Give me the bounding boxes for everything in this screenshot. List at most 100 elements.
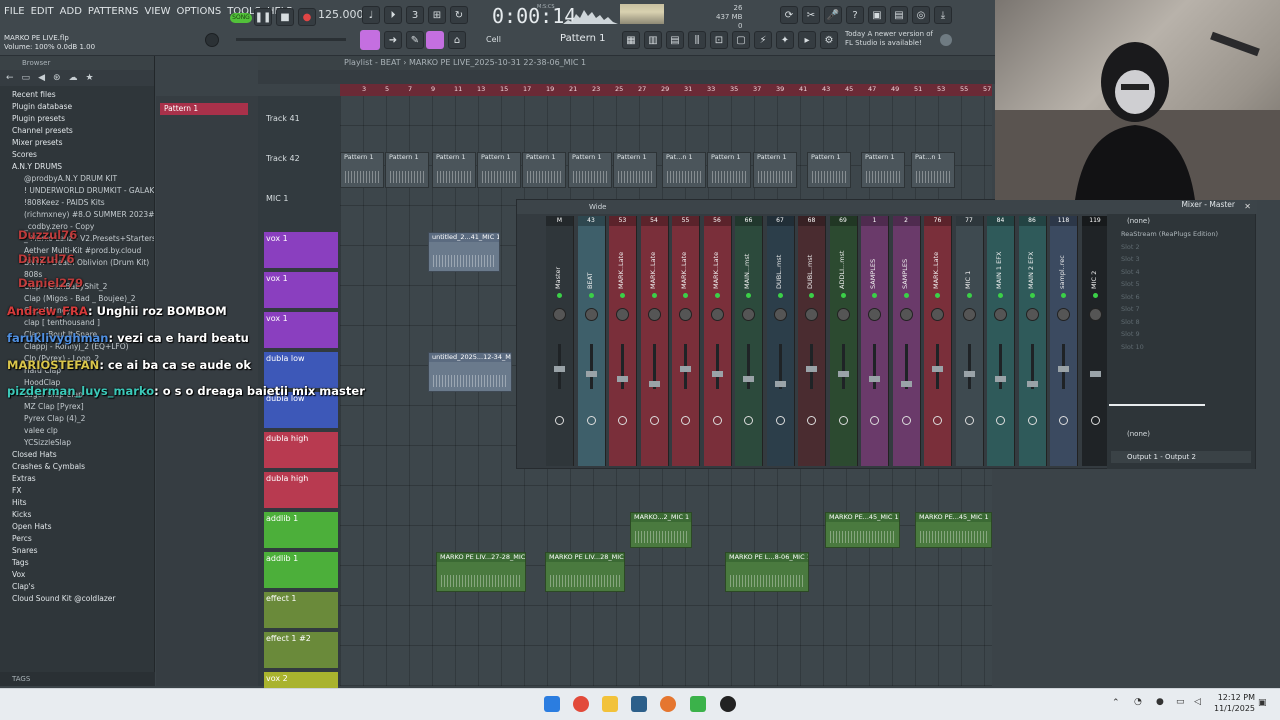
route-icon[interactable] <box>744 416 753 425</box>
route-icon[interactable] <box>901 416 911 425</box>
volume-fader[interactable] <box>1093 344 1097 389</box>
fader-cap[interactable] <box>900 381 912 387</box>
countdown-icon[interactable]: 3 <box>406 6 424 24</box>
strip-enable-led[interactable] <box>714 293 720 298</box>
effect-slot[interactable]: Slot 10 <box>1107 341 1255 354</box>
arrow-right-icon[interactable]: ➜ <box>384 31 402 49</box>
route-icon[interactable] <box>807 416 816 425</box>
pan-knob[interactable] <box>773 308 787 321</box>
piano-roll-icon[interactable] <box>360 30 380 50</box>
pan-knob[interactable] <box>994 308 1007 321</box>
fader-cap[interactable] <box>774 381 786 387</box>
track-header[interactable]: dubla high <box>264 432 338 468</box>
pan-knob[interactable] <box>553 308 566 321</box>
song-mode-toggle[interactable]: SONG <box>230 13 252 23</box>
fl-studio-icon[interactable] <box>660 696 676 712</box>
obs-icon[interactable] <box>720 696 736 712</box>
volume-fader[interactable] <box>747 344 750 389</box>
route-icon[interactable] <box>964 416 974 425</box>
pan-knob[interactable] <box>962 308 976 321</box>
fader-cap[interactable] <box>617 376 628 382</box>
pencil-icon[interactable]: ✎ <box>406 31 424 49</box>
mixer-strip[interactable]: 1 SAMPLES <box>861 216 889 466</box>
loop-record-icon[interactable]: ↻ <box>450 6 468 24</box>
route-icon[interactable] <box>838 416 848 425</box>
playlist-clip[interactable]: MARKO PE LIV...27-28_MIC 1 <box>436 552 526 592</box>
browser-item[interactable]: !808Keez - PAIDS Kits <box>10 197 154 209</box>
pan-knob[interactable] <box>742 308 755 321</box>
mixer-strip[interactable]: 77 MIC 1 <box>955 216 984 466</box>
track-header[interactable]: Track 42 <box>264 152 338 188</box>
playlist-clip[interactable]: MARKO PE...45_MIC 1 <box>915 512 992 548</box>
utorrent-icon[interactable] <box>690 696 706 712</box>
browser-back-icon[interactable]: ← <box>6 73 14 83</box>
piano-icon[interactable]: ▥ <box>644 31 662 49</box>
fader-cap[interactable] <box>1089 371 1101 377</box>
mixer-strip[interactable]: 118 sampl..rec <box>1050 216 1078 466</box>
wait-input-icon[interactable]: ⏵ <box>384 6 402 24</box>
route-icon[interactable] <box>1090 416 1100 425</box>
snap-selector[interactable]: Cell <box>486 35 501 44</box>
effect-slot[interactable]: Slot 9 <box>1107 328 1255 341</box>
mixer-strip[interactable]: 76 MARK..Late <box>924 216 952 466</box>
strip-enable-led[interactable] <box>1061 293 1066 298</box>
pan-knob[interactable] <box>616 308 629 321</box>
track-header[interactable]: Track 41 <box>264 112 338 148</box>
pan-knob[interactable] <box>710 308 724 321</box>
fader-cap[interactable] <box>963 371 975 377</box>
menu-add[interactable]: ADD <box>60 6 82 17</box>
playlist-clip[interactable]: Pattern 1 <box>807 152 851 188</box>
browser-item[interactable]: Open Hats <box>10 521 154 533</box>
effect-slot[interactable]: Slot 4 <box>1107 266 1255 279</box>
playlist-icon[interactable]: ▦ <box>622 31 640 49</box>
route-icon[interactable] <box>649 416 659 425</box>
effect-slot[interactable]: Slot 2 <box>1107 241 1255 254</box>
browser-icon[interactable]: ▢ <box>732 31 750 49</box>
save-icon[interactable]: ▣ <box>868 6 886 24</box>
plugin-icon[interactable]: ⊡ <box>710 31 728 49</box>
render-icon[interactable]: ▤ <box>890 6 908 24</box>
brush-icon[interactable] <box>426 31 444 49</box>
master-pitch-slider[interactable] <box>236 38 346 41</box>
browser-item[interactable]: Crashes & Cymbals <box>10 461 154 473</box>
browser-item[interactable]: Cloud Sound Kit @coldlazer <box>10 593 154 605</box>
strip-enable-led[interactable] <box>651 293 657 298</box>
mixer-icon[interactable]: ⫼ <box>688 31 706 49</box>
menu-edit[interactable]: EDIT <box>31 6 54 17</box>
network-icon[interactable]: ▭ <box>1176 697 1185 707</box>
mixer-header[interactable]: Wide <box>517 200 1257 214</box>
playlist-clip[interactable]: Pattern 1 <box>522 152 566 188</box>
fader-cap[interactable] <box>1058 366 1069 372</box>
chat-icon[interactable]: ◎ <box>912 6 930 24</box>
start-icon[interactable] <box>544 696 560 712</box>
volume-fader[interactable] <box>621 344 624 389</box>
pattern-selector[interactable]: Pattern 1 <box>560 33 606 44</box>
browser-item[interactable]: Mixer presets <box>10 137 154 149</box>
playlist-clip[interactable]: Pattern 1 <box>568 152 612 188</box>
mixer-strip[interactable]: 43 BEAT <box>577 216 606 466</box>
strip-enable-led[interactable] <box>620 293 625 298</box>
output-preset[interactable]: (none) <box>1127 430 1150 438</box>
playlist-clip[interactable]: untitled_2025...12-34_MIC 1 <box>428 352 512 392</box>
mixer-strip[interactable]: 53 MARK..Late <box>609 216 637 466</box>
timeline-ruler[interactable]: 3 5 7 9 11 13 15 17 19 21 23 25 27 29 31 33 35 37 39 41 43 45… <box>340 84 992 96</box>
metronome-icon[interactable]: ♩ <box>362 6 380 24</box>
browser-item[interactable]: Hits <box>10 497 154 509</box>
track-header[interactable]: effect 1 #2 <box>264 632 338 668</box>
fader-cap[interactable] <box>1026 381 1038 387</box>
playlist-clip[interactable]: Pattern 1 <box>613 152 657 188</box>
news-panel[interactable]: Today A newer version of FL Studio is av… <box>845 30 933 48</box>
plug-icon[interactable]: ⚡ <box>754 31 772 49</box>
browser-item[interactable]: Percs <box>10 533 154 545</box>
browser-item[interactable]: clap [ tenthousand ] <box>10 317 154 329</box>
stamp-icon[interactable]: ⌂ <box>448 31 466 49</box>
route-icon[interactable] <box>933 416 942 425</box>
route-icon[interactable] <box>775 416 785 425</box>
browser-speaker-icon[interactable]: ◀ <box>38 73 45 83</box>
strip-enable-led[interactable] <box>840 293 846 298</box>
effect-slot-1[interactable]: ReaStream (ReaPlugs Edition) <box>1107 228 1255 241</box>
stop-icon[interactable]: ■ <box>276 8 294 26</box>
volume-fader[interactable] <box>873 344 876 389</box>
pan-knob[interactable] <box>836 308 850 321</box>
mixer-strip[interactable]: 67 DUBL..mst <box>766 216 795 466</box>
